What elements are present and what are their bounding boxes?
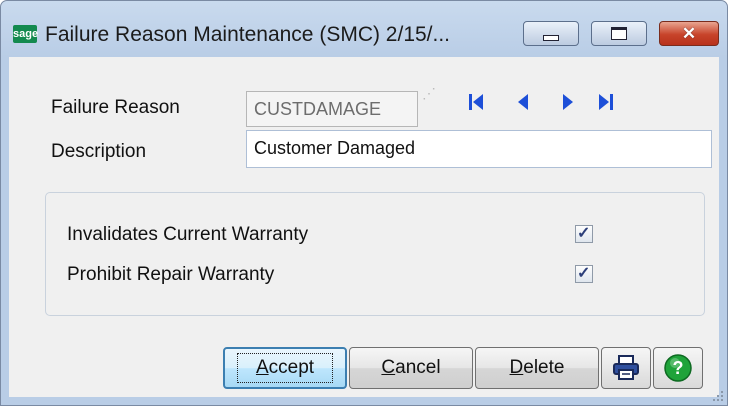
close-icon: ✕ (681, 24, 697, 43)
dialog-window: sage Failure Reason Maintenance (SMC) 2/… (0, 0, 728, 406)
first-record-icon[interactable] (468, 91, 486, 113)
cancel-button-label: Cancel (381, 357, 441, 378)
print-button[interactable] (601, 347, 651, 389)
invalidates-warranty-label: Invalidates Current Warranty (67, 224, 309, 245)
failure-reason-field[interactable]: CUSTDAMAGE (246, 91, 418, 127)
checkmark-icon: ✓ (577, 225, 591, 242)
help-icon: ? (664, 354, 692, 382)
description-field[interactable]: Customer Damaged (246, 130, 712, 168)
next-record-icon[interactable] (559, 91, 577, 113)
cancel-button[interactable]: Cancel (349, 347, 473, 389)
title-bar[interactable]: sage Failure Reason Maintenance (SMC) 2/… (1, 1, 727, 57)
maximize-icon (611, 27, 627, 40)
maximize-button[interactable] (591, 21, 647, 46)
minimize-button[interactable] (523, 21, 579, 46)
invalidates-warranty-checkbox[interactable]: ✓ (575, 225, 593, 243)
checkmark-icon: ✓ (577, 265, 591, 282)
last-record-icon[interactable] (597, 91, 615, 113)
delete-button[interactable]: Delete (475, 347, 599, 389)
window-title: Failure Reason Maintenance (SMC) 2/15/..… (45, 23, 451, 46)
accept-button[interactable]: Accept (223, 347, 347, 389)
minimize-icon (543, 34, 559, 41)
previous-record-icon[interactable] (515, 91, 533, 113)
warranty-options-group (45, 192, 705, 316)
help-button[interactable]: ? (653, 347, 703, 389)
accept-button-label: Accept (236, 353, 334, 383)
prohibit-repair-label: Prohibit Repair Warranty (67, 264, 275, 285)
delete-button-label: Delete (509, 357, 565, 378)
lookup-icon[interactable]: ⋰ (422, 85, 448, 105)
failure-reason-label: Failure Reason (51, 97, 180, 118)
printer-icon (613, 355, 639, 380)
sage-app-icon: sage (13, 25, 38, 43)
dialog-body: Failure Reason CUSTDAMAGE ⋰ Description … (9, 57, 719, 397)
svg-text:?: ? (673, 358, 684, 378)
resize-grip-icon[interactable] (711, 389, 725, 403)
description-label: Description (51, 141, 147, 162)
prohibit-repair-checkbox[interactable]: ✓ (575, 265, 593, 283)
close-button[interactable]: ✕ (659, 21, 719, 46)
